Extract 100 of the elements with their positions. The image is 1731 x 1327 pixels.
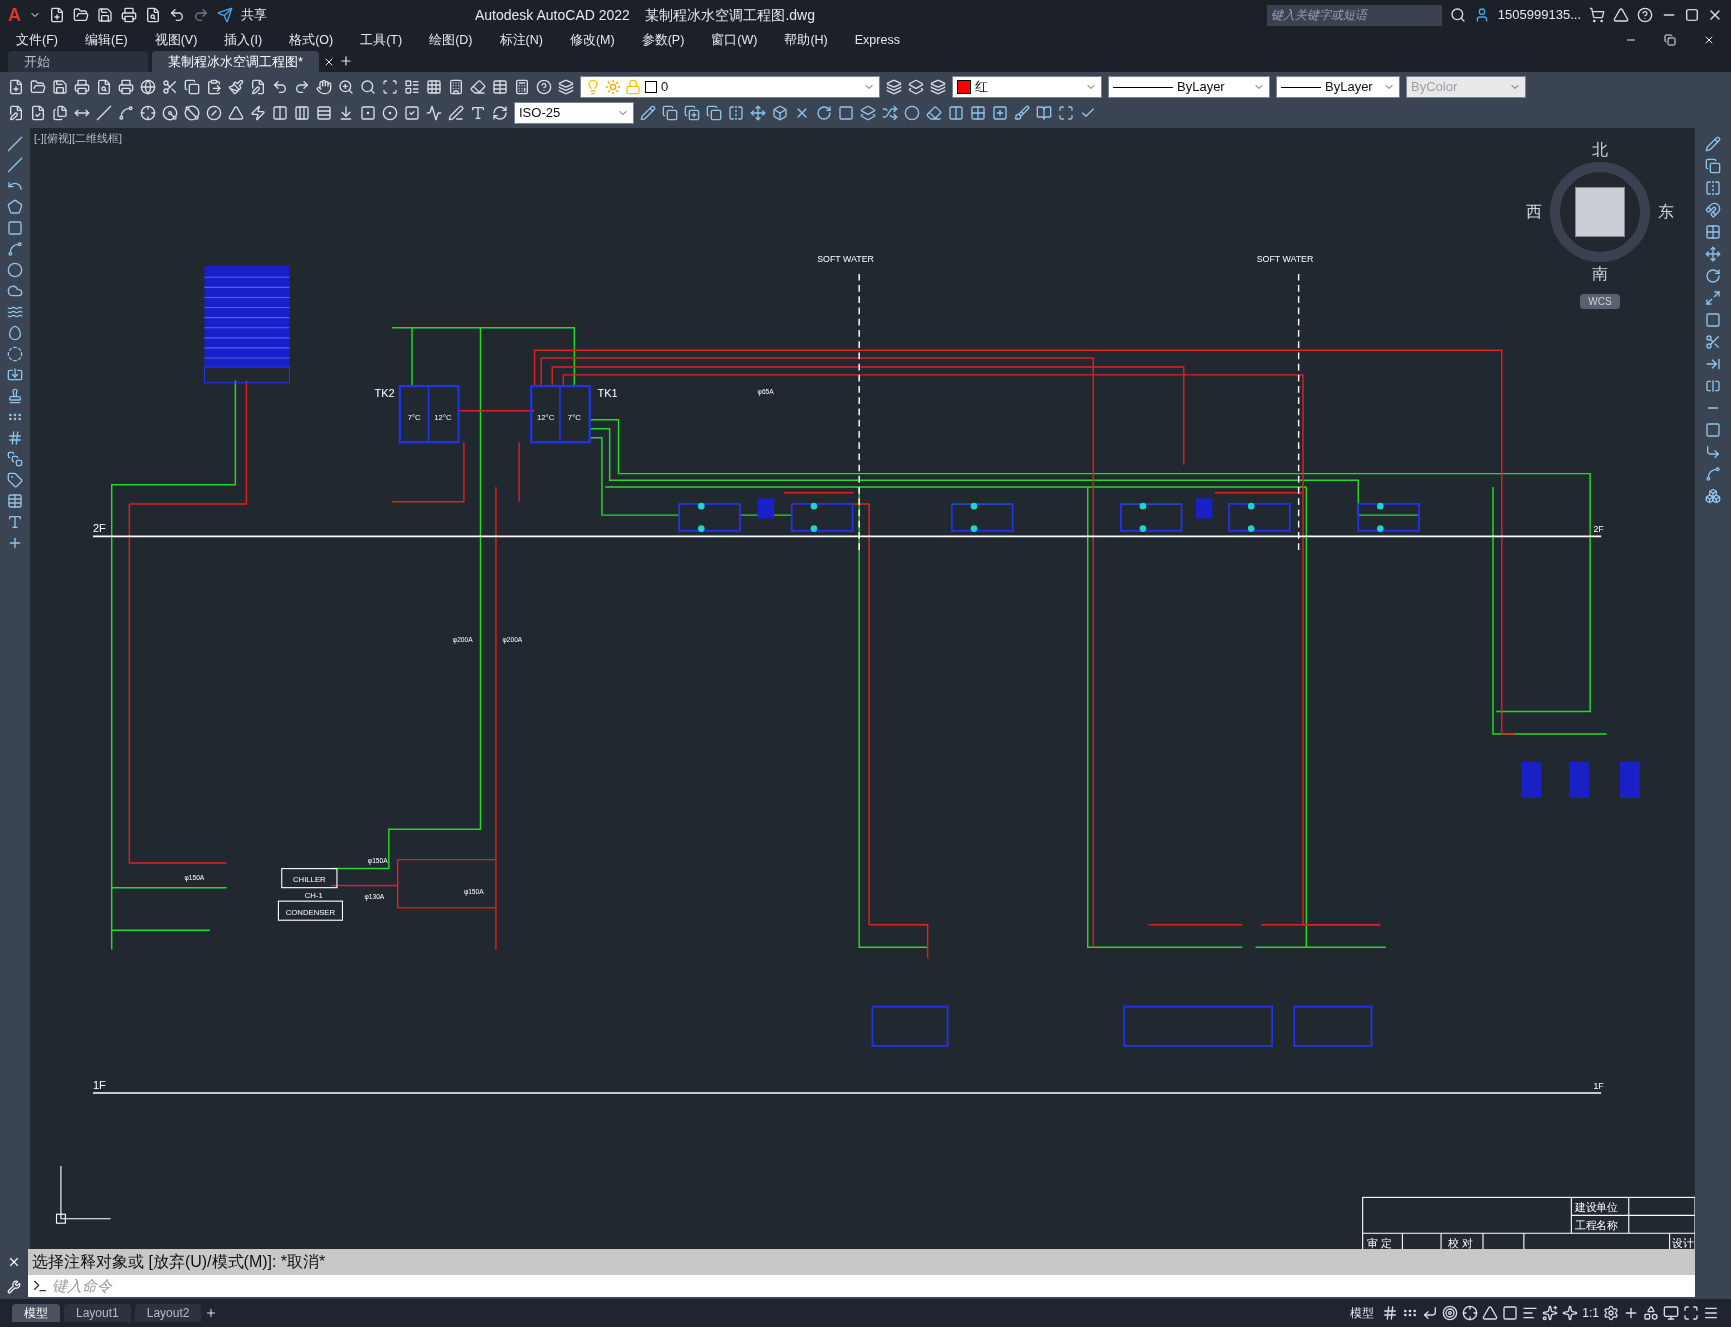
paste-icon[interactable] bbox=[206, 79, 222, 95]
angle-icon[interactable] bbox=[228, 105, 244, 121]
frame-icon[interactable] bbox=[1058, 105, 1074, 121]
arc-icon[interactable] bbox=[118, 105, 134, 121]
grid-icon[interactable] bbox=[426, 79, 442, 95]
quick-dimension-icon[interactable] bbox=[250, 105, 266, 121]
printer-icon[interactable] bbox=[118, 79, 134, 95]
color-dropdown[interactable]: 红 bbox=[952, 76, 1102, 98]
lineweight-icon[interactable] bbox=[1522, 1305, 1539, 1321]
array-icon[interactable] bbox=[1705, 224, 1721, 240]
compass-west[interactable]: 西 bbox=[1526, 200, 1542, 224]
line-icon[interactable] bbox=[7, 157, 23, 173]
brush-icon[interactable] bbox=[1014, 105, 1030, 121]
check-file-icon[interactable] bbox=[30, 105, 46, 121]
compass-south[interactable]: 南 bbox=[1592, 262, 1608, 286]
save-icon[interactable] bbox=[52, 79, 68, 95]
document-tab[interactable]: 某制程冰水空调工程图* bbox=[152, 51, 320, 72]
plus-icon[interactable] bbox=[1623, 1305, 1639, 1321]
linetype-dropdown[interactable]: ByLayer bbox=[1108, 76, 1270, 98]
help-icon[interactable] bbox=[1637, 7, 1653, 23]
user-name[interactable]: 1505999135... bbox=[1497, 5, 1581, 25]
save-icon[interactable] bbox=[97, 7, 113, 23]
compass-north[interactable]: 北 bbox=[1592, 138, 1608, 162]
redo-icon[interactable] bbox=[193, 7, 209, 23]
add-icon[interactable] bbox=[992, 105, 1008, 121]
open-folder-icon[interactable] bbox=[30, 79, 46, 95]
menu-item[interactable]: 标注(N) bbox=[499, 30, 543, 50]
pen-icon[interactable] bbox=[1705, 136, 1721, 152]
settings-icon[interactable] bbox=[1603, 1305, 1619, 1321]
new-file-icon[interactable] bbox=[8, 79, 24, 95]
redo-icon[interactable] bbox=[294, 79, 310, 95]
globe-icon[interactable] bbox=[140, 79, 156, 95]
scale-icon[interactable] bbox=[1705, 290, 1721, 306]
pen-icon[interactable] bbox=[448, 105, 464, 121]
copy-icon[interactable] bbox=[184, 79, 200, 95]
angle-icon[interactable] bbox=[1482, 1305, 1499, 1321]
shapes-icon[interactable] bbox=[1643, 1305, 1659, 1321]
triangle-icon[interactable] bbox=[1613, 7, 1629, 23]
continue-icon[interactable] bbox=[294, 105, 310, 121]
move-icon[interactable] bbox=[750, 105, 766, 121]
preview-icon[interactable] bbox=[145, 7, 161, 23]
stack-icon[interactable] bbox=[860, 105, 876, 121]
app-logo[interactable]: A bbox=[8, 1, 21, 29]
frame-icon[interactable] bbox=[382, 79, 398, 95]
layers-icon[interactable] bbox=[558, 79, 574, 95]
layers-icon[interactable] bbox=[908, 79, 924, 95]
menu-item[interactable]: 窗口(W) bbox=[711, 30, 758, 50]
region-icon[interactable] bbox=[7, 472, 23, 488]
zoom-icon[interactable] bbox=[338, 79, 354, 95]
circle-slash-icon[interactable] bbox=[206, 105, 222, 121]
viewcube-ring[interactable] bbox=[1550, 162, 1650, 262]
polygon-icon[interactable] bbox=[7, 199, 23, 215]
document-tab[interactable]: 开始 bbox=[8, 51, 148, 72]
eraser-icon[interactable] bbox=[926, 105, 942, 121]
menu-item[interactable]: 帮助(H) bbox=[784, 30, 828, 50]
jog-icon[interactable] bbox=[426, 105, 442, 121]
spline-icon[interactable] bbox=[7, 304, 23, 320]
menu-icon[interactable] bbox=[1703, 1305, 1719, 1321]
circle-icon[interactable] bbox=[904, 105, 920, 121]
menu-item[interactable]: 编辑(E) bbox=[84, 30, 128, 50]
line-icon[interactable] bbox=[7, 136, 23, 152]
mirror-icon[interactable] bbox=[1705, 180, 1721, 196]
array-icon[interactable] bbox=[882, 105, 898, 121]
undo-icon[interactable] bbox=[169, 7, 185, 23]
mirror-icon[interactable] bbox=[728, 105, 744, 121]
text-icon[interactable] bbox=[7, 514, 23, 530]
grid-icon[interactable] bbox=[970, 105, 986, 121]
ucs-dropdown[interactable]: WCS bbox=[1580, 294, 1620, 309]
center-mark-icon[interactable] bbox=[382, 105, 398, 121]
grid-icon[interactable] bbox=[1382, 1305, 1399, 1321]
trim-icon[interactable] bbox=[1705, 334, 1721, 350]
insert-icon[interactable] bbox=[7, 367, 23, 383]
ortho-icon[interactable] bbox=[1422, 1305, 1439, 1321]
eraser-icon[interactable] bbox=[470, 79, 486, 95]
book-icon[interactable] bbox=[1036, 105, 1052, 121]
polar-icon[interactable] bbox=[1442, 1305, 1459, 1321]
diameter-icon[interactable] bbox=[184, 105, 200, 121]
columns-icon[interactable] bbox=[948, 105, 964, 121]
undo-icon[interactable] bbox=[272, 79, 288, 95]
edit-file-icon[interactable] bbox=[8, 105, 24, 121]
menu-item[interactable]: 插入(I) bbox=[224, 30, 263, 50]
list-icon[interactable] bbox=[404, 79, 420, 95]
calculator-icon[interactable] bbox=[514, 79, 530, 95]
box-icon[interactable] bbox=[772, 105, 788, 121]
copy-icon[interactable] bbox=[662, 105, 678, 121]
cloud-icon[interactable] bbox=[7, 283, 23, 299]
annotation-scale-button[interactable]: 1:1 bbox=[1582, 1304, 1599, 1322]
brush-icon[interactable] bbox=[228, 79, 244, 95]
fillet-icon[interactable] bbox=[1705, 444, 1721, 460]
wrench-icon[interactable] bbox=[7, 1279, 21, 1294]
move-icon[interactable] bbox=[1705, 246, 1721, 262]
layers-icon[interactable] bbox=[930, 79, 946, 95]
dimension-style-dropdown[interactable]: ISO-25 bbox=[514, 102, 634, 124]
osnap-icon[interactable] bbox=[1462, 1305, 1479, 1321]
viewport-label[interactable]: [-][俯视][二维线框] bbox=[34, 130, 122, 147]
new-file-icon[interactable] bbox=[49, 7, 65, 23]
maximize-icon[interactable] bbox=[1685, 8, 1699, 22]
hatch-icon[interactable] bbox=[7, 430, 23, 446]
menu-item[interactable]: 工具(T) bbox=[360, 30, 403, 50]
edit-file-icon[interactable] bbox=[250, 79, 266, 95]
